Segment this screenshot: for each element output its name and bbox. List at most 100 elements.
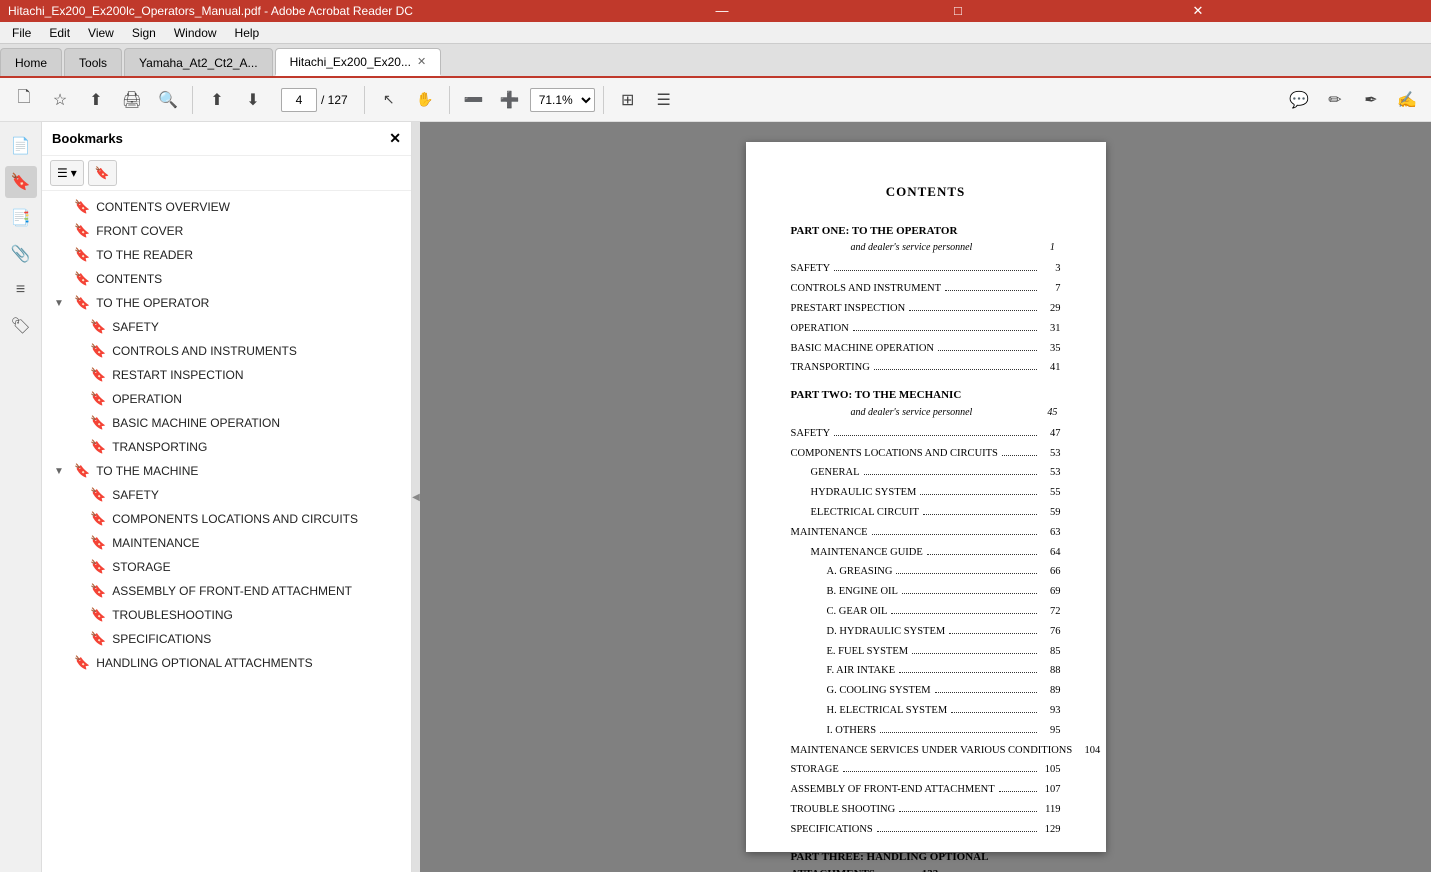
- bookmark-item-troubleshooting[interactable]: 🔖 TROUBLESHOOTING: [42, 603, 411, 627]
- zoom-select[interactable]: 71.1% 50% 75% 100% 125% 150%: [530, 88, 595, 112]
- tab-tools[interactable]: Tools: [64, 48, 122, 76]
- bookmark-item-to-the-operator[interactable]: ▼ 🔖 TO THE OPERATOR: [42, 291, 411, 315]
- toc-fuel-system: E. FUEL SYSTEM 85: [791, 643, 1061, 661]
- sidebar-icon-recent[interactable]: 📄: [5, 130, 37, 162]
- bookmark-item-transporting[interactable]: 🔖 TRANSPORTING: [42, 435, 411, 459]
- tab-home[interactable]: Home: [0, 48, 62, 76]
- find-button[interactable]: 🔍: [152, 84, 184, 116]
- toc-safety-2: SAFETY 47: [791, 425, 1061, 443]
- bookmark-item-safety-1[interactable]: 🔖 SAFETY: [42, 315, 411, 339]
- bookmark-add-button[interactable]: ☆: [44, 84, 76, 116]
- toc-page: 35: [1041, 341, 1061, 358]
- scrolling-button[interactable]: ☰: [648, 84, 680, 116]
- sidebar-icon-pages[interactable]: 📑: [5, 202, 37, 234]
- bookmark-item-front-cover[interactable]: 🔖 FRONT COVER: [42, 219, 411, 243]
- toc-page: 104: [1080, 743, 1100, 760]
- maximize-icon[interactable]: □: [954, 3, 1185, 19]
- toc-storage: STORAGE 105: [791, 761, 1061, 779]
- toc-page: 31: [1041, 321, 1061, 338]
- toc-label: OPERATION: [791, 321, 849, 338]
- bookmark-label: COMPONENTS LOCATIONS AND CIRCUITS: [112, 512, 358, 526]
- toc-label: CONTROLS AND INSTRUMENT: [791, 281, 942, 298]
- page-down-button[interactable]: ⬇: [237, 84, 269, 116]
- bookmark-item-components-locations[interactable]: 🔖 COMPONENTS LOCATIONS AND CIRCUITS: [42, 507, 411, 531]
- toc-dots: [909, 300, 1036, 311]
- bookmark-label: RESTART INSPECTION: [112, 368, 243, 382]
- bookmark-item-safety-2[interactable]: 🔖 SAFETY: [42, 483, 411, 507]
- bookmark-icon: 🔖: [74, 271, 90, 287]
- menu-help[interactable]: Help: [227, 24, 268, 42]
- menu-window[interactable]: Window: [166, 24, 225, 42]
- sign-button[interactable]: ✍: [1391, 84, 1423, 116]
- window-controls: — □ ✕: [716, 3, 1424, 19]
- view-mode-button[interactable]: ⊞: [612, 84, 644, 116]
- bookmark-item-assembly-front-end[interactable]: 🔖 ASSEMBLY OF FRONT-END ATTACHMENT: [42, 579, 411, 603]
- bookmark-icon: 🔖: [90, 631, 106, 647]
- bookmark-label: CONTROLS AND INSTRUMENTS: [112, 344, 297, 358]
- sidebar-icon-attachments[interactable]: 📎: [5, 238, 37, 270]
- bookmarks-search-icon: 🔖: [95, 166, 110, 180]
- bookmark-item-contents[interactable]: 🔖 CONTENTS: [42, 267, 411, 291]
- bookmark-expand-toggle[interactable]: ▼: [54, 298, 68, 309]
- menu-view[interactable]: View: [80, 24, 122, 42]
- menu-file[interactable]: File: [4, 24, 39, 42]
- tab-yamaha[interactable]: Yamaha_At2_Ct2_A...: [124, 48, 273, 76]
- bookmark-item-operation[interactable]: 🔖 OPERATION: [42, 387, 411, 411]
- toc-page: 7: [1041, 281, 1061, 298]
- bookmark-item-storage[interactable]: 🔖 STORAGE: [42, 555, 411, 579]
- sidebar-icon-bookmarks[interactable]: 🔖: [5, 166, 37, 198]
- toc-label: MAINTENANCE: [791, 525, 868, 542]
- tab-hitachi[interactable]: Hitachi_Ex200_Ex20... ✕: [275, 48, 442, 76]
- pdf-part-three-header: PART THREE: HANDLING OPTIONAL ATTACHMENT…: [791, 849, 1061, 872]
- menu-sign[interactable]: Sign: [124, 24, 164, 42]
- toc-label: E. FUEL SYSTEM: [791, 644, 909, 661]
- bookmarks-toolbar: ☰ ▾ 🔖: [42, 156, 411, 191]
- toc-page: 63: [1041, 525, 1061, 542]
- sidebar-icon-tags[interactable]: 🏷: [5, 310, 37, 342]
- pdf-viewer-area[interactable]: CONTENTS PART ONE: TO THE OPERATOR and d…: [420, 122, 1431, 872]
- minimize-icon[interactable]: —: [716, 3, 947, 19]
- bookmark-expand-toggle[interactable]: ▼: [54, 466, 68, 477]
- bookmarks-close-button[interactable]: ✕: [389, 130, 401, 147]
- page-number-input[interactable]: [281, 88, 317, 112]
- print-button[interactable]: 🖨: [116, 84, 148, 116]
- bookmark-item-handling-optional[interactable]: 🔖 HANDLING OPTIONAL ATTACHMENTS: [42, 651, 411, 675]
- panel-resizer[interactable]: [412, 122, 420, 872]
- hand-tool-button[interactable]: ✋: [409, 84, 441, 116]
- toc-dots: [899, 662, 1036, 673]
- toc-label: SAFETY: [791, 426, 831, 443]
- bookmark-item-specifications[interactable]: 🔖 SPECIFICATIONS: [42, 627, 411, 651]
- toc-label: MAINTENANCE GUIDE: [791, 545, 923, 562]
- comment-button[interactable]: 💬: [1283, 84, 1315, 116]
- bookmarks-options-button[interactable]: ☰ ▾: [50, 160, 84, 186]
- bookmark-item-basic-machine-operation[interactable]: 🔖 BASIC MACHINE OPERATION: [42, 411, 411, 435]
- bookmark-item-restart-inspection[interactable]: 🔖 RESTART INSPECTION: [42, 363, 411, 387]
- bookmark-item-controls-instruments[interactable]: 🔖 CONTROLS AND INSTRUMENTS: [42, 339, 411, 363]
- toc-operation: OPERATION 31: [791, 320, 1061, 338]
- share-button[interactable]: ⬆: [80, 84, 112, 116]
- tab-close-icon[interactable]: ✕: [417, 55, 426, 68]
- new-file-button[interactable]: 🗋: [8, 84, 40, 116]
- zoom-out-button[interactable]: ➖: [458, 84, 490, 116]
- draw-button[interactable]: ✒: [1355, 84, 1387, 116]
- toc-page: 59: [1041, 505, 1061, 522]
- toc-label: B. ENGINE OIL: [791, 584, 898, 601]
- sidebar-icon-layers[interactable]: ≡: [5, 274, 37, 306]
- toc-general: GENERAL 53: [791, 464, 1061, 482]
- cursor-tool-button[interactable]: ↖: [373, 84, 405, 116]
- bookmark-item-contents-overview[interactable]: 🔖 CONTENTS OVERVIEW: [42, 195, 411, 219]
- zoom-in-button[interactable]: ➕: [494, 84, 526, 116]
- bookmark-item-to-the-reader[interactable]: 🔖 TO THE READER: [42, 243, 411, 267]
- bookmark-item-maintenance[interactable]: 🔖 MAINTENANCE: [42, 531, 411, 555]
- bookmarks-search-button[interactable]: 🔖: [88, 160, 117, 186]
- bookmark-icon: 🔖: [90, 391, 106, 407]
- page-up-button[interactable]: ⬆: [201, 84, 233, 116]
- bookmarks-list: 🔖 CONTENTS OVERVIEW 🔖 FRONT COVER 🔖 TO T…: [42, 191, 411, 872]
- bookmarks-title: Bookmarks: [52, 131, 123, 146]
- bookmark-item-to-the-machine[interactable]: ▼ 🔖 TO THE MACHINE: [42, 459, 411, 483]
- bookmark-label: TROUBLESHOOTING: [112, 608, 233, 622]
- toc-label: GENERAL: [791, 465, 860, 482]
- highlight-button[interactable]: ✏: [1319, 84, 1351, 116]
- menu-edit[interactable]: Edit: [41, 24, 78, 42]
- close-icon[interactable]: ✕: [1193, 3, 1424, 19]
